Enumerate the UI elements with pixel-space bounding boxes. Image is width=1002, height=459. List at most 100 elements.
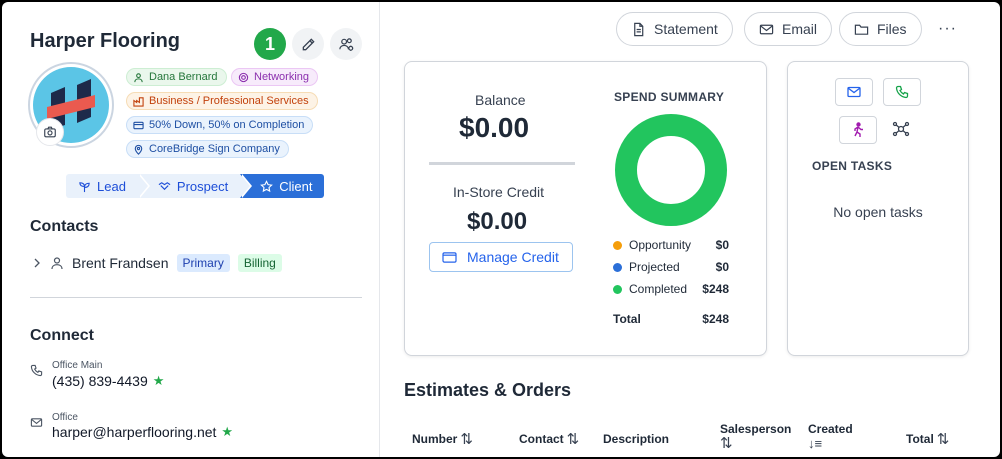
email-label: Office [52, 412, 78, 423]
credit-value: $0.00 [467, 208, 528, 235]
column-label: Created [808, 422, 853, 436]
tag-label: Dana Bernard [149, 71, 218, 83]
location-pin-icon [134, 144, 143, 155]
column-total[interactable]: Total ⇅ [906, 430, 949, 448]
column-label: Total [906, 432, 934, 446]
column-label: Description [603, 432, 670, 446]
visit-action[interactable] [839, 116, 877, 144]
legend-item-completed: Completed $248 [613, 282, 729, 296]
legend-label: Completed [629, 282, 688, 296]
column-description: Description [603, 432, 669, 446]
phone-value[interactable]: (435) 839-4439 ★ [52, 373, 164, 389]
spend-summary-title: SPEND SUMMARY [614, 90, 725, 104]
legend-item-opportunity: Opportunity $0 [613, 238, 729, 252]
manage-credit-label: Manage Credit [467, 249, 559, 265]
phone-icon [895, 85, 909, 99]
column-salesperson[interactable]: Salesperson ⇅ [720, 422, 791, 451]
spend-total-row: Total $248 [613, 312, 729, 326]
contacts-heading: Contacts [30, 218, 99, 235]
walking-person-icon [854, 122, 863, 137]
users-gear-icon [338, 37, 353, 51]
legend-item-projected: Projected $0 [613, 260, 729, 274]
column-label: Salesperson [720, 422, 792, 436]
stage-lead[interactable]: Lead [66, 174, 150, 198]
tag-source[interactable]: Networking [231, 68, 319, 86]
network-action[interactable] [892, 120, 910, 143]
pipeline-stages: Lead Prospect Client [66, 174, 325, 198]
column-label: Number [412, 432, 458, 446]
tag-salesperson[interactable]: Dana Bernard [126, 68, 227, 86]
tag-industry[interactable]: Business / Professional Services [126, 92, 318, 110]
column-contact[interactable]: Contact ⇅ [519, 430, 579, 448]
stage-prospect[interactable]: Prospect [137, 174, 253, 198]
legend-label: Projected [629, 260, 680, 274]
email-address[interactable]: harper@harperflooring.net [52, 424, 216, 440]
chevron-right-icon[interactable] [32, 257, 42, 269]
billing-badge: Billing [237, 254, 282, 272]
open-tasks-heading: OPEN TASKS [812, 159, 893, 173]
manage-credit-button[interactable]: Manage Credit [429, 242, 573, 272]
primary-star-icon: ★ [221, 424, 234, 439]
credit-label: In-Store Credit [453, 184, 545, 200]
stage-label: Client [279, 178, 313, 194]
pencil-icon [302, 37, 315, 50]
files-button[interactable]: Files [839, 12, 922, 46]
more-options-button[interactable]: ··· [938, 20, 957, 38]
phone-label: Office Main [52, 360, 103, 371]
folder-icon [854, 24, 869, 35]
target-icon [238, 72, 249, 82]
no-tasks-message: No open tasks [833, 204, 923, 220]
tag-label: CoreBridge Sign Company [149, 143, 280, 155]
mail-icon [847, 86, 861, 98]
contact-row[interactable]: Brent Frandsen Primary Billing [32, 254, 282, 272]
total-label: Total [613, 312, 641, 326]
document-icon [634, 22, 644, 36]
send-email-action[interactable] [835, 78, 873, 106]
industry-icon [133, 96, 144, 107]
section-divider [30, 297, 362, 298]
files-label: Files [877, 21, 907, 37]
sort-icon: ⇅ [720, 435, 733, 452]
balance-divider [429, 162, 575, 165]
column-number[interactable]: Number ⇅ [412, 430, 473, 448]
balance-label: Balance [475, 92, 526, 108]
legend-dot [613, 240, 622, 250]
email-value[interactable]: harper@harperflooring.net ★ [52, 424, 233, 440]
connect-heading: Connect [30, 327, 94, 344]
edit-button[interactable] [292, 28, 324, 60]
donut-slice-completed [615, 114, 727, 226]
legend-label: Opportunity [629, 238, 692, 252]
phone-number[interactable]: (435) 839-4439 [52, 373, 148, 389]
sort-icon: ⇅ [566, 431, 580, 448]
legend-dot [613, 262, 622, 272]
app-window: Harper Flooring 1 Dana Bernard Networkin… [2, 2, 1000, 457]
network-icon [892, 121, 910, 137]
person-icon [134, 72, 143, 82]
column-created[interactable]: Created ↓≡ [808, 422, 853, 451]
tag-payment-terms[interactable]: 50% Down, 50% on Completion [126, 116, 314, 134]
tag-label: 50% Down, 50% on Completion [149, 119, 305, 131]
payment-terms-icon [133, 121, 144, 129]
tasks-card: OPEN TASKS No open tasks [787, 61, 969, 356]
person-icon [51, 257, 63, 270]
legend-value: $248 [702, 282, 729, 296]
total-value: $248 [702, 312, 729, 326]
change-photo-button[interactable] [36, 118, 64, 146]
manage-users-button[interactable] [330, 28, 362, 60]
stage-client[interactable]: Client [240, 174, 325, 198]
call-action[interactable] [883, 78, 921, 106]
email-button[interactable]: Email [744, 12, 833, 46]
stage-label: Lead [97, 178, 126, 194]
tag-label: Networking [254, 71, 310, 83]
estimates-heading: Estimates & Orders [404, 380, 572, 400]
statement-button[interactable]: Statement [616, 12, 733, 46]
tag-label: Business / Professional Services [149, 95, 309, 107]
star-icon [260, 179, 274, 192]
contact-name[interactable]: Brent Frandsen [72, 255, 169, 271]
sort-icon: ⇅ [460, 431, 473, 448]
tag-location[interactable]: CoreBridge Sign Company [126, 140, 289, 158]
mail-icon [30, 418, 43, 427]
balance-card: Balance $0.00 In-Store Credit $0.00 Mana… [404, 61, 767, 356]
sort-desc-icon: ↓≡ [808, 436, 823, 451]
notification-badge[interactable]: 1 [254, 28, 286, 60]
